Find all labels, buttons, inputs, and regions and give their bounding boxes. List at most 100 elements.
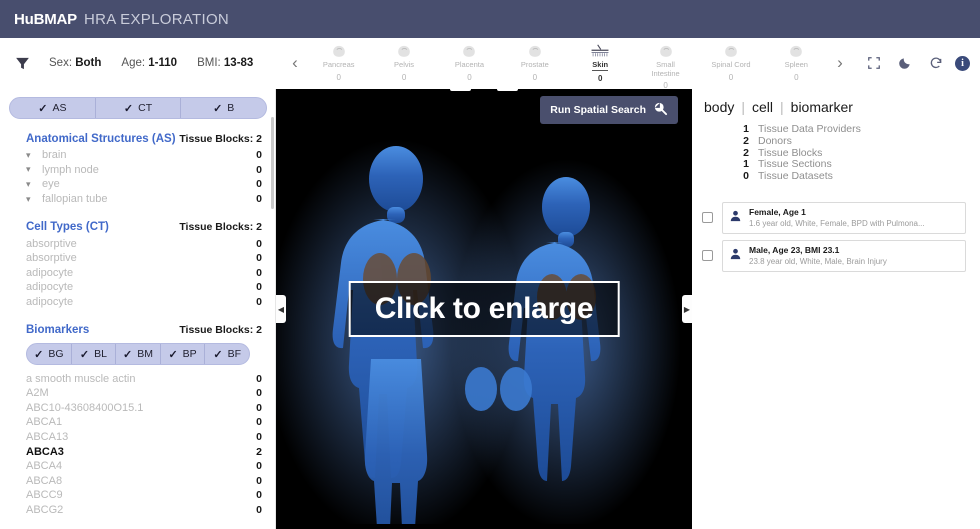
- click-to-enlarge-overlay[interactable]: Click to enlarge: [348, 281, 620, 337]
- ct-item-row[interactable]: absorptive 0: [0, 251, 276, 266]
- as-item-row[interactable]: ▾ fallopian tube 0: [0, 192, 276, 207]
- organ-prev-button[interactable]: ‹: [284, 43, 306, 83]
- funnel-icon[interactable]: [14, 55, 31, 72]
- 3d-viewport[interactable]: ▾ ▴ Run Spatial Search: [276, 89, 692, 529]
- organ-item-small-intestine[interactable]: Small Intestine 0: [643, 39, 689, 90]
- main-toggle-b[interactable]: ✓ B: [181, 98, 266, 118]
- biomarker-toggle-bp[interactable]: ✓ BP: [161, 344, 206, 365]
- biomarker-item-row[interactable]: A2M 0: [0, 386, 276, 401]
- filter-sex[interactable]: Sex: Both: [49, 57, 101, 69]
- stat-value: 1: [743, 158, 749, 171]
- organ-item-spleen[interactable]: Spleen 0: [773, 39, 819, 82]
- ct-item-row[interactable]: adipocyte 0: [0, 266, 276, 281]
- as-item-row[interactable]: ▾ brain 0: [0, 148, 276, 163]
- row-value: 0: [256, 474, 262, 487]
- biomarker-item-row[interactable]: ABCA13 0: [0, 430, 276, 445]
- organ-item-pancreas[interactable]: Pancreas 0: [316, 39, 362, 82]
- tab-body[interactable]: body: [704, 99, 734, 115]
- viewport-caret-buttons: ▾ ▴: [450, 89, 518, 91]
- chevron-down-icon[interactable]: ▾: [26, 150, 35, 161]
- tab-biomarker[interactable]: biomarker: [791, 99, 853, 115]
- organ-count: 0: [597, 73, 603, 83]
- right-panel: body | cell | biomarker 1 Tissue Data Provide…: [692, 89, 980, 529]
- row-label: absorptive: [26, 252, 77, 265]
- main-toggle-ct[interactable]: ✓ CT: [96, 98, 182, 118]
- chevron-down-icon[interactable]: ▾: [26, 164, 35, 175]
- ct-item-row[interactable]: adipocyte 0: [0, 280, 276, 295]
- row-label: ABCC9: [26, 489, 63, 502]
- organ-carousel: ‹ Pancreas 0 Pelvis 0 Placenta 0 Prostate 0 Skin…: [282, 38, 853, 90]
- biomarker-toggle-bl[interactable]: ✓ BL: [72, 344, 117, 365]
- info-icon[interactable]: i: [955, 55, 970, 71]
- biomarker-item-row[interactable]: a smooth muscle actin 0: [0, 371, 276, 386]
- biomarker-item-row[interactable]: ABCA1 0: [0, 415, 276, 430]
- chevron-left-icon[interactable]: ◀: [276, 295, 286, 323]
- check-icon: ✓: [38, 102, 48, 115]
- chevron-down-icon[interactable]: ▾: [450, 89, 471, 91]
- biomarker-item-row[interactable]: ABCA3 2: [0, 444, 276, 459]
- donor-checkbox[interactable]: [702, 250, 713, 262]
- filter-sex-label: Sex:: [49, 57, 73, 69]
- donor-title: Female, Age 1: [749, 206, 806, 217]
- stat-row: 0 Tissue Datasets: [740, 170, 966, 182]
- run-spatial-search-button[interactable]: Run Spatial Search: [540, 96, 678, 124]
- row-value: 0: [256, 416, 262, 429]
- chevron-right-icon[interactable]: ▶: [682, 295, 692, 323]
- organ-item-skin[interactable]: Skin 0: [577, 39, 623, 83]
- biomarker-item-row[interactable]: ABCC9 0: [0, 488, 276, 503]
- chevron-down-icon[interactable]: ▾: [26, 179, 35, 190]
- stat-label: Tissue Sections: [758, 158, 832, 171]
- ct-section-header: Cell Types (CT) Tissue Blocks: 2: [0, 217, 276, 236]
- app-header: HuBMAP HRA EXPLORATION: [0, 0, 980, 38]
- ct-item-row[interactable]: adipocyte 0: [0, 295, 276, 310]
- organ-item-prostate[interactable]: Prostate 0: [512, 39, 558, 82]
- row-value: 0: [256, 503, 262, 516]
- biomarker-item-row[interactable]: ABC10-43608400O15.1 0: [0, 401, 276, 416]
- stat-label: Tissue Data Providers: [758, 123, 861, 135]
- as-item-row[interactable]: ▾ lymph node 0: [0, 163, 276, 178]
- ct-item-row[interactable]: absorptive 0: [0, 236, 276, 251]
- stat-row: 2 Tissue Blocks: [740, 147, 966, 159]
- donor-card[interactable]: Female, Age 1 1.6 year old, White, Female…: [722, 201, 966, 234]
- moon-icon[interactable]: [898, 56, 912, 70]
- donor-checkbox[interactable]: [702, 212, 713, 224]
- sidebar-scrollbar[interactable]: [271, 117, 274, 209]
- row-value: 0: [256, 387, 262, 400]
- as-item-row[interactable]: ▾ eye 0: [0, 177, 276, 192]
- tab-cell[interactable]: cell: [752, 99, 773, 115]
- organ-icon-small-intestine: [657, 41, 675, 60]
- filter-age[interactable]: Age: 1-110: [121, 57, 177, 69]
- organ-item-pelvis[interactable]: Pelvis 0: [381, 39, 427, 82]
- main-toggle-as[interactable]: ✓ AS: [10, 98, 96, 118]
- b-section-title: Biomarkers: [26, 324, 90, 337]
- organ-label: Prostate: [520, 60, 549, 69]
- app-root: HuBMAP HRA EXPLORATION Sex: Both Age: 1-…: [0, 0, 980, 529]
- biomarker-toggle-bg[interactable]: ✓ BG: [27, 344, 72, 365]
- organ-item-placenta[interactable]: Placenta 0: [446, 39, 492, 82]
- row-label: adipocyte: [26, 296, 74, 309]
- logo-primary: HuBMAP: [14, 10, 77, 28]
- donor-card[interactable]: Male, Age 23, BMI 23.1 23.8 year old, Whi…: [722, 239, 966, 272]
- biomarker-item-row[interactable]: ABCA4 0: [0, 459, 276, 474]
- biomarker-toggle-bf[interactable]: ✓ BF: [205, 344, 249, 364]
- biomarker-item-row[interactable]: ABCG2 0: [0, 503, 276, 518]
- biomarker-item-row[interactable]: ABCA8 0: [0, 474, 276, 489]
- organ-icon-pancreas: [330, 41, 348, 60]
- ct-section-count: Tissue Blocks: 2: [179, 221, 262, 234]
- fullscreen-icon[interactable]: [867, 56, 881, 70]
- biomarker-toggle-bm[interactable]: ✓ BM: [116, 344, 161, 365]
- spatial-search-icon: [653, 101, 668, 119]
- organ-label: Placenta: [454, 60, 485, 69]
- refresh-icon[interactable]: [929, 56, 943, 70]
- row-label: ABCA1: [26, 416, 63, 429]
- filter-bmi[interactable]: BMI: 13-83: [197, 57, 253, 69]
- row-value: 0: [256, 149, 262, 162]
- row-label: a smooth muscle actin: [26, 372, 136, 385]
- organ-icon-spleen: [787, 41, 805, 60]
- organ-item-spinal-cord[interactable]: Spinal Cord 0: [708, 39, 754, 82]
- chevron-up-icon[interactable]: ▴: [497, 89, 518, 91]
- chevron-down-icon[interactable]: ▾: [26, 194, 35, 205]
- organ-next-button[interactable]: ›: [829, 43, 851, 83]
- filter-age-value: 1-110: [148, 57, 178, 69]
- logo-secondary: HRA EXPLORATION: [83, 10, 230, 28]
